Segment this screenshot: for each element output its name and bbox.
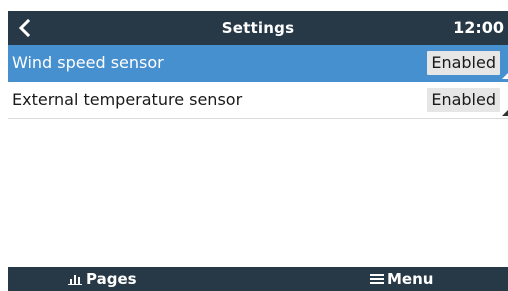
device-screen: Settings 12:00 Wind speed sensor Enabled… (8, 11, 508, 291)
pages-label: Pages (86, 270, 137, 288)
page-title: Settings (221, 19, 295, 37)
edit-indicator-icon (502, 73, 508, 79)
setting-row-wind-speed-sensor[interactable]: Wind speed sensor Enabled (8, 45, 508, 82)
pages-button[interactable]: Pages (68, 267, 137, 291)
setting-label: External temperature sensor (12, 90, 243, 109)
settings-list: Wind speed sensor Enabled External tempe… (8, 45, 508, 119)
clock: 12:00 (453, 18, 504, 37)
title-bar: Settings 12:00 (8, 11, 508, 45)
bottom-bar: Pages Menu (8, 267, 508, 291)
bar-chart-icon (68, 273, 82, 285)
menu-label: Menu (387, 270, 434, 288)
setting-value[interactable]: Enabled (427, 51, 500, 75)
hamburger-icon (370, 273, 384, 285)
edit-indicator-icon (502, 110, 508, 116)
setting-value[interactable]: Enabled (427, 88, 500, 112)
setting-label: Wind speed sensor (12, 53, 164, 72)
setting-row-external-temperature-sensor[interactable]: External temperature sensor Enabled (8, 82, 508, 119)
menu-button[interactable]: Menu (370, 267, 433, 291)
